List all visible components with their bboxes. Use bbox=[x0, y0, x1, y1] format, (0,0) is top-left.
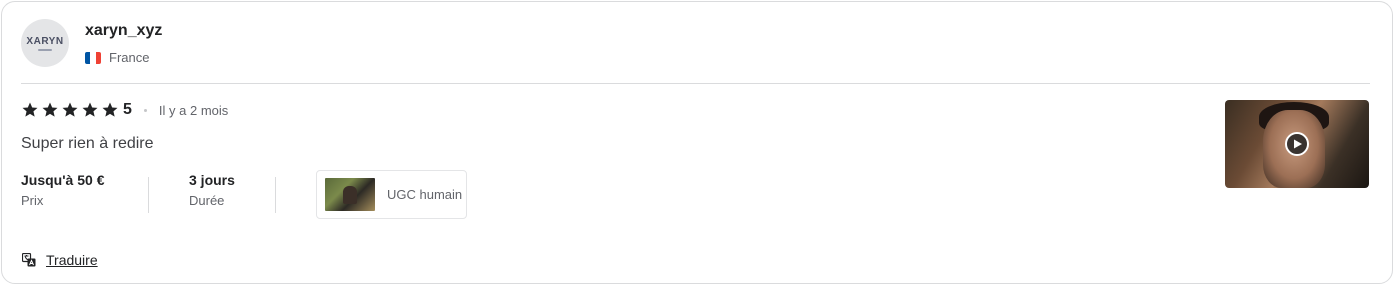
review-text: Super rien à redire bbox=[21, 135, 154, 152]
avatar[interactable]: XARYN bbox=[21, 19, 69, 67]
divider bbox=[21, 83, 1370, 84]
service-chip[interactable]: UGC humain bbox=[316, 170, 467, 219]
reviewer-username[interactable]: xaryn_xyz bbox=[85, 22, 162, 40]
service-thumbnail bbox=[325, 178, 375, 211]
avatar-logo-mark bbox=[38, 48, 52, 51]
duration-value: 3 jours bbox=[189, 172, 235, 188]
france-flag-icon bbox=[85, 51, 101, 64]
rating-value: 5 bbox=[123, 101, 132, 118]
dot-separator bbox=[143, 108, 147, 112]
review-video-thumbnail[interactable] bbox=[1225, 100, 1369, 188]
translate-row[interactable]: Traduire bbox=[22, 252, 98, 268]
service-label: UGC humain bbox=[387, 187, 463, 202]
meta-divider bbox=[275, 177, 276, 213]
duration-block: 3 jours Durée bbox=[189, 172, 235, 208]
price-value: Jusqu'à 50 € bbox=[21, 172, 105, 188]
price-block: Jusqu'à 50 € Prix bbox=[21, 172, 104, 208]
review-card: XARYN xaryn_xyz France 5 Il y a 2 mois S… bbox=[1, 1, 1393, 284]
review-time-ago: Il y a 2 mois bbox=[158, 102, 229, 118]
star-icon bbox=[81, 101, 99, 119]
star-icon bbox=[101, 101, 119, 119]
country-label: France bbox=[109, 50, 150, 65]
translate-link[interactable]: Traduire bbox=[46, 252, 98, 268]
star-rating bbox=[21, 101, 119, 119]
reviewer-country: France bbox=[85, 50, 149, 65]
avatar-logo-text: XARYN bbox=[26, 35, 64, 47]
rating-row: 5 Il y a 2 mois bbox=[21, 101, 228, 119]
duration-label: Durée bbox=[189, 193, 225, 208]
star-icon bbox=[21, 101, 39, 119]
star-icon bbox=[61, 101, 79, 119]
price-label: Prix bbox=[21, 193, 44, 208]
play-icon[interactable] bbox=[1285, 132, 1309, 156]
star-icon bbox=[41, 101, 59, 119]
translate-icon bbox=[22, 253, 36, 267]
meta-divider bbox=[148, 177, 149, 213]
